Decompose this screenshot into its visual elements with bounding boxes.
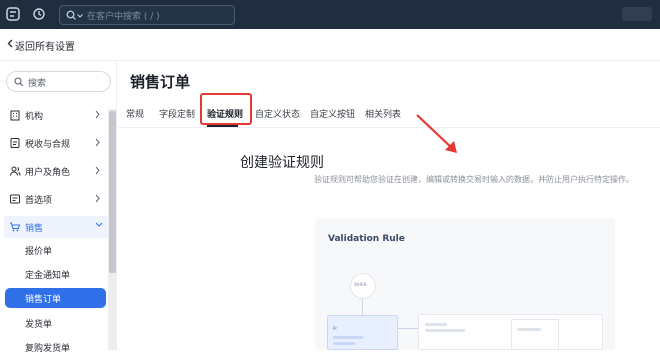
settings-sidebar: 搜索 机构 税收与合规 用户及角色 首选项 销售 报价单 定金通知单 销售订单 … [0,61,117,354]
sidebar-subitem-invoices[interactable]: 发货单 [0,313,110,333]
sidebar-subitem-label: 销售订单 [25,295,62,305]
illustration-node: WHEN [350,273,376,299]
tab-general[interactable]: 常规 [126,107,144,120]
preferences-icon [10,194,20,204]
search-icon [66,10,76,20]
chevron-down-icon [77,14,83,18]
global-search-input[interactable]: 在客户中搜索 ( / ) [59,5,235,25]
sidebar-scrollbar-thumb[interactable] [109,111,116,273]
illustration-branch-card: Pr [327,315,398,350]
illustration-action-card [511,319,559,350]
sidebar-item-sales[interactable]: 销售 [4,216,110,238]
illustration-placeholder-bar [517,328,541,331]
cart-icon [10,222,21,232]
sidebar-subitem-label: 复购发货单 [25,344,71,354]
tab-bar-divider [118,127,660,128]
back-row: 返回所有设置 [0,29,660,61]
annotation-highlight-box [200,93,252,125]
tab-custom-buttons[interactable]: 自定义按钮 [310,107,355,120]
chevron-right-icon [95,138,100,147]
illustration-placeholder-bar [333,336,363,339]
user-avatar[interactable] [622,7,652,21]
chevron-right-icon [95,166,100,175]
illustration-title: Validation Rule [328,234,405,244]
sidebar-subitem-label: 报价单 [25,247,53,257]
history-icon[interactable] [31,6,47,22]
sidebar-item-label: 用户及角色 [25,168,71,178]
sidebar-search-input[interactable]: 搜索 [6,71,111,92]
building-icon [10,110,20,121]
top-bar: 在客户中搜索 ( / ) [0,0,660,29]
app-logo-icon[interactable] [5,6,21,22]
sidebar-subitem-label: 定金通知单 [25,271,71,281]
sidebar-item-label: 首选项 [25,196,53,206]
chevron-left-icon [7,39,13,48]
sidebar-item-label: 机构 [25,112,44,122]
empty-state-title: 创建验证规则 [240,155,324,171]
back-to-settings-link[interactable]: 返回所有设置 [15,38,75,53]
validation-rule-illustration: Validation Rule WHEN Pr [315,218,615,350]
sidebar-subitem-label: 发货单 [25,320,53,330]
sidebar-item-users[interactable]: 用户及角色 [0,160,110,182]
tax-icon [10,138,20,148]
illustration-placeholder-bar [425,329,465,332]
sidebar-item-tax[interactable]: 税收与合规 [0,132,110,154]
illustration-placeholder-bar [333,342,355,345]
sidebar-search-placeholder: 搜索 [28,79,47,89]
chevron-right-icon [95,110,100,119]
tab-custom-status[interactable]: 自定义状态 [255,107,300,120]
annotation-arrow-icon [416,114,457,153]
sidebar-item-organization[interactable]: 机构 [0,104,110,126]
main-content: 销售订单 常规 字段定制 验证规则 自定义状态 自定义按钮 相关列表 创建验证规… [118,61,660,350]
search-icon [14,77,24,87]
sidebar-subitem-recurring-invoices[interactable]: 复购发货单 [0,337,110,357]
sidebar-subitem-sales-orders[interactable]: 销售订单 [5,288,106,308]
tab-related-lists[interactable]: 相关列表 [365,107,401,120]
chevron-down-icon [95,222,103,227]
page-title: 销售订单 [130,73,191,91]
sidebar-item-preferences[interactable]: 首选项 [0,188,110,210]
sidebar-subitem-quotes[interactable]: 报价单 [0,240,110,260]
illustration-node-label: WHEN [354,282,367,287]
chevron-right-icon [95,194,100,203]
sidebar-item-label: 税收与合规 [25,140,71,150]
search-placeholder: 在客户中搜索 ( / ) [87,12,160,22]
sidebar-scrollbar[interactable] [108,109,117,350]
illustration-branch-label: Pr [333,326,337,331]
illustration-placeholder-bar [425,323,447,326]
users-icon [10,166,21,176]
sidebar-subitem-deposit-notices[interactable]: 定金通知单 [0,264,110,284]
empty-state-description: 验证规则可帮助您验证在创建，编辑或转换交易时输入的数据，并防止用户执行特定操作。 [314,175,634,184]
tab-field-customization[interactable]: 字段定制 [159,107,195,120]
sidebar-item-label: 销售 [25,224,44,234]
